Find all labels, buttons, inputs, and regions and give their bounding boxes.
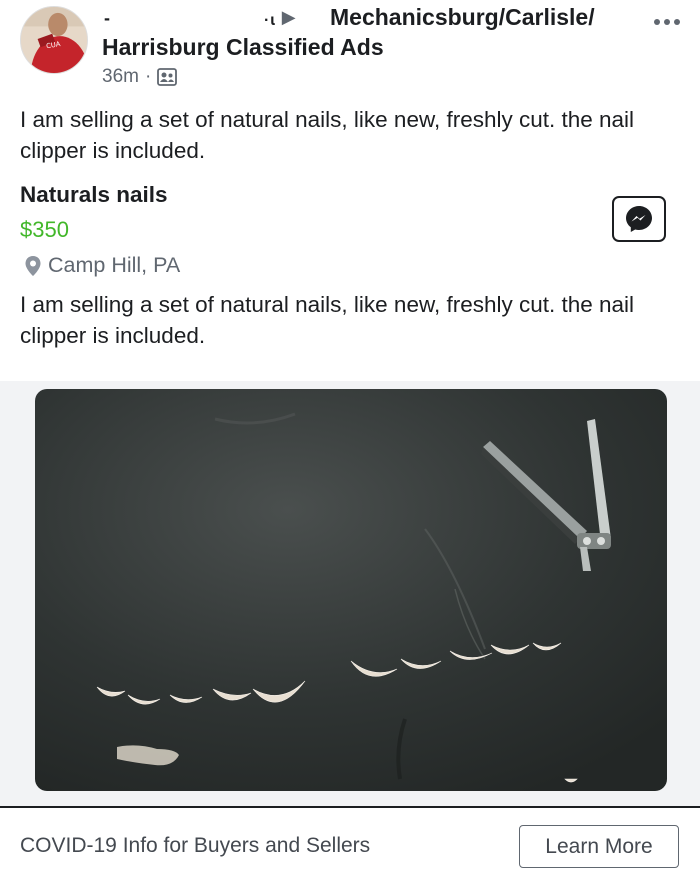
group-name-line1[interactable]: Mechanicsburg/Carlisle/ [330, 4, 595, 31]
group-name-line2[interactable]: Harrisburg Classified Ads [102, 34, 384, 61]
messenger-icon [626, 206, 652, 232]
message-seller-button[interactable] [612, 196, 666, 242]
more-dot [674, 19, 680, 25]
location-pin-icon [25, 255, 41, 276]
arrow-right-icon: ▶ [281, 7, 296, 27]
more-dots-icon [654, 19, 660, 25]
author-name-partial[interactable]: ·ɩ ▶ [264, 4, 300, 31]
post-timestamp[interactable]: 36m [102, 66, 139, 88]
post-header: CUA - ·ɩ ▶ Mechanicsburg/Carlisle/ Harris… [0, 0, 700, 100]
listing-photo[interactable] [35, 389, 667, 791]
covid-info-text[interactable]: COVID-19 Info for Buyers and Sellers [20, 834, 370, 858]
author-partial-text: ·ɩ [264, 12, 276, 29]
author-name-fragment[interactable]: - [104, 8, 110, 29]
friends-icon [157, 68, 178, 86]
listing-price: $350 [20, 217, 69, 242]
avatar-image: CUA [21, 7, 87, 73]
listing-location: Camp Hill, PA [24, 253, 180, 278]
more-options-button[interactable] [651, 12, 683, 32]
meta-separator: · [144, 66, 152, 87]
avatar[interactable]: CUA [20, 6, 88, 74]
location-text: Camp Hill, PA [48, 253, 181, 277]
listing-description: I am selling a set of natural nails, lik… [20, 292, 635, 348]
post-body-text: I am selling a set of natural nails, lik… [20, 107, 635, 163]
nails-and-clipper-photo [35, 389, 667, 791]
learn-more-button[interactable]: Learn More [519, 825, 679, 868]
post-meta: 36m · [102, 66, 178, 88]
more-dot [664, 19, 670, 25]
listing-title[interactable]: Naturals nails [20, 182, 168, 208]
footer-banner: COVID-19 Info for Buyers and Sellers Lea… [0, 808, 700, 875]
